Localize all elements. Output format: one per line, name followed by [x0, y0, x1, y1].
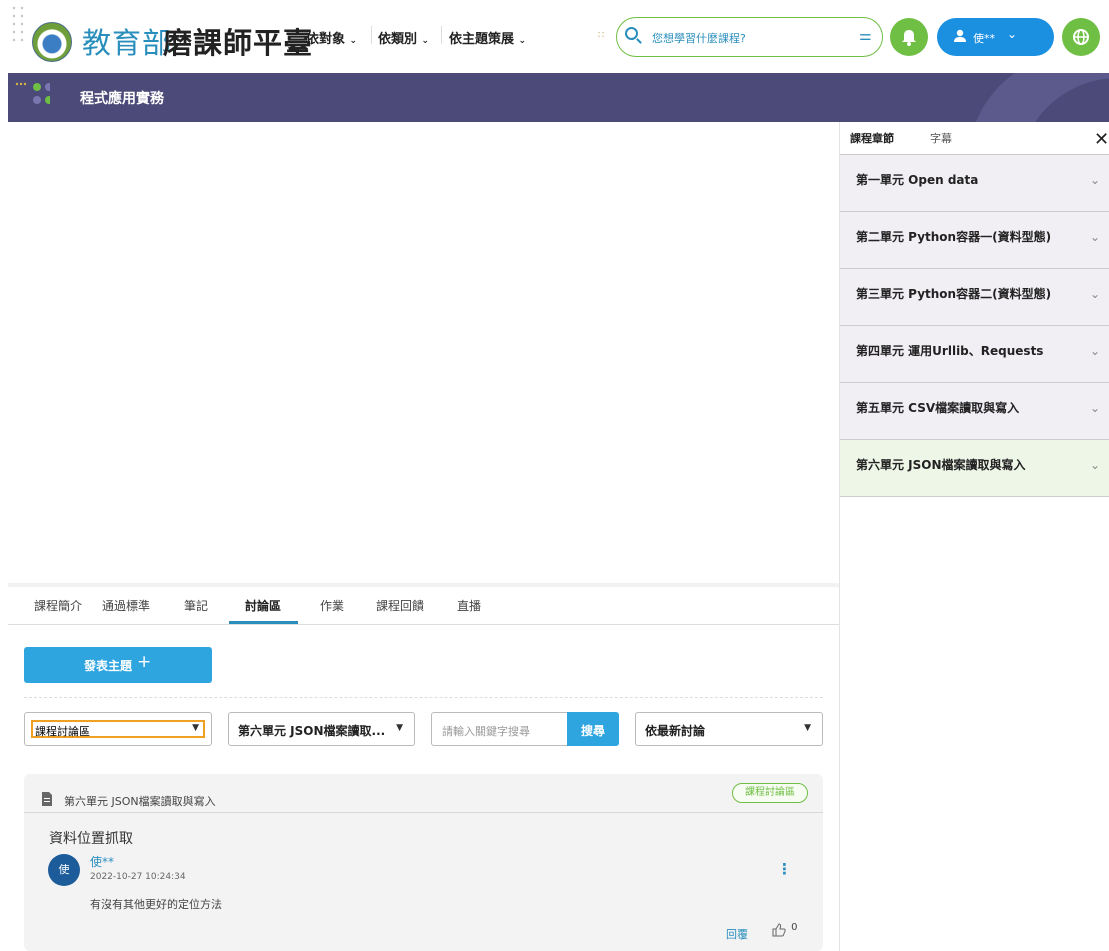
nav-divider: [441, 26, 442, 44]
chapter-sidebar: 課程章節 字幕 ✕ 第一單元 Open data ⌄ 第二單元 Python容器…: [839, 122, 1109, 951]
chapter-item-6[interactable]: 第六單元 JSON檔案讀取與寫入 ⌄: [840, 440, 1109, 497]
tab-criteria[interactable]: 通過標準: [102, 597, 150, 614]
divider: [24, 812, 823, 813]
chapter-item-5[interactable]: 第五單元 CSV檔案讀取與寫入 ⌄: [840, 383, 1109, 440]
unit-filter-select[interactable]: 第六單元 JSON檔案讀取... ▼: [228, 712, 415, 746]
chapter-label: 第四單元 運用Urllib、Requests: [856, 344, 1044, 358]
search-icon-handle: [636, 38, 642, 44]
like-count: 0: [791, 922, 798, 933]
notification-button[interactable]: [890, 18, 928, 56]
divider: [24, 697, 823, 698]
post-timestamp: 2022-10-27 10:24:34: [90, 872, 186, 882]
tab-homework[interactable]: 作業: [320, 597, 344, 614]
tab-intro[interactable]: 課程簡介: [34, 597, 82, 614]
chapter-label: 第一單元 Open data: [856, 173, 979, 187]
chapter-label: 第三單元 Python容器二(資料型態): [856, 287, 1052, 301]
post-category-badge: 課程討論區: [732, 783, 808, 803]
globe-icon: [1073, 29, 1089, 45]
chevron-down-icon: ⌄: [1089, 401, 1100, 415]
reply-button[interactable]: 回覆: [726, 926, 748, 942]
sort-select[interactable]: 依最新討論 ▼: [635, 712, 823, 746]
discussion-post-card: 第六單元 JSON檔案讀取與寫入 課程討論區 資料位置抓取 使 使** 2022…: [24, 774, 823, 951]
chapter-item-1[interactable]: 第一單元 Open data ⌄: [840, 155, 1109, 212]
divider: [8, 624, 839, 625]
course-title: 程式應用實務: [80, 91, 164, 107]
avatar: 使: [48, 854, 80, 886]
category-filter-focus: 課程討論區 ▼: [31, 720, 205, 738]
post-subject[interactable]: 資料位置抓取: [49, 828, 133, 848]
chapter-item-2[interactable]: 第二單元 Python容器一(資料型態) ⌄: [840, 212, 1109, 269]
chevron-down-icon: ⌄: [349, 36, 358, 46]
sort-value: 依最新討論: [645, 724, 706, 738]
post-body: 有沒有其他更好的定位方法: [90, 898, 222, 911]
chevron-down-icon: ⌄: [518, 36, 527, 46]
filter-sliders-icon[interactable]: ⚌: [859, 28, 872, 44]
tab-feedback[interactable]: 課程回饋: [376, 597, 424, 614]
moe-logo-icon[interactable]: [32, 22, 72, 62]
plus-icon: +: [137, 652, 152, 672]
chevron-down-icon: ⌄: [1089, 173, 1100, 187]
category-filter-value: 課程討論區: [35, 725, 90, 738]
document-icon: [42, 792, 52, 806]
chevron-down-icon: ⌄: [1089, 458, 1100, 472]
tab-notes[interactable]: 筆記: [184, 597, 208, 614]
dropdown-arrow-icon: ▼: [192, 723, 199, 733]
brand-secondary[interactable]: 磨課師平臺: [163, 20, 313, 62]
tab-discussion[interactable]: 討論區: [245, 597, 281, 614]
brand-primary[interactable]: 教育部: [82, 20, 172, 62]
chapter-item-3[interactable]: 第三單元 Python容器二(資料型態) ⌄: [840, 269, 1109, 326]
close-icon[interactable]: ✕: [1094, 131, 1109, 149]
keyword-input[interactable]: 請輸入關鍵字搜尋: [431, 712, 569, 746]
chapter-label: 第二單元 Python容器一(資料型態): [856, 230, 1052, 244]
user-menu-button[interactable]: 使** ⌄: [937, 18, 1054, 56]
nav-theme[interactable]: 依主題策展 ⌄: [449, 28, 526, 47]
post-author[interactable]: 使**: [90, 853, 114, 870]
tab-subtitles[interactable]: 字幕: [930, 130, 952, 146]
post-topic-label: 發表主題: [84, 659, 133, 673]
nav-category[interactable]: 依類別 ⌄: [378, 28, 429, 47]
unit-filter-value: 第六單元 JSON檔案讀取...: [238, 724, 386, 738]
post-unit: 第六單元 JSON檔案讀取與寫入: [64, 795, 216, 808]
course-menu-dots-icon[interactable]: [14, 81, 50, 107]
video-player[interactable]: [8, 122, 839, 585]
nav-divider: [371, 26, 372, 44]
bell-icon: [902, 30, 916, 46]
user-icon: [954, 29, 966, 42]
dropdown-arrow-icon: ▼: [396, 723, 403, 733]
thumbs-up-icon: [772, 923, 786, 937]
chapter-label: 第五單元 CSV檔案讀取與寫入: [856, 401, 1020, 415]
chapter-label: 第六單元 JSON檔案讀取與寫入: [856, 458, 1026, 472]
tab-chapters[interactable]: 課程章節: [850, 130, 894, 146]
search-placeholder: 您想學習什麼課程?: [652, 32, 746, 45]
more-options-icon[interactable]: ⋮: [777, 860, 792, 878]
chevron-down-icon: ⌄: [421, 36, 430, 46]
user-name: 使**: [973, 32, 995, 45]
chevron-down-icon: ⌄: [1089, 230, 1100, 244]
search-input[interactable]: 您想學習什麼課程? ⚌: [616, 17, 883, 57]
chevron-down-icon: ⌄: [1089, 344, 1100, 358]
divider: [8, 583, 839, 587]
tab-live[interactable]: 直播: [457, 597, 481, 614]
post-topic-button[interactable]: 發表主題 +: [24, 647, 212, 683]
chevron-down-icon: ⌄: [1007, 27, 1018, 41]
decor-dots: [10, 4, 28, 44]
course-title-bar: 程式應用實務: [8, 73, 1109, 122]
nav-audience[interactable]: 依對象 ⌄: [306, 28, 357, 47]
chevron-down-icon: ⌄: [1089, 287, 1100, 301]
language-button[interactable]: [1062, 18, 1100, 56]
like-button[interactable]: 0: [772, 922, 797, 941]
drag-dots-icon: ∷: [598, 30, 605, 41]
search-button[interactable]: 搜尋: [567, 712, 619, 746]
dropdown-arrow-icon: ▼: [804, 723, 811, 733]
keyword-placeholder: 請輸入關鍵字搜尋: [442, 725, 530, 738]
chapter-item-4[interactable]: 第四單元 運用Urllib、Requests ⌄: [840, 326, 1109, 383]
category-filter-select[interactable]: 課程討論區 ▼: [24, 712, 212, 746]
site-header: 教育部 磨課師平臺 依對象 ⌄ 依類別 ⌄ 依主題策展 ⌄ ∷ 您想學習什麼課程…: [0, 0, 1109, 73]
search-button-label: 搜尋: [581, 724, 606, 738]
